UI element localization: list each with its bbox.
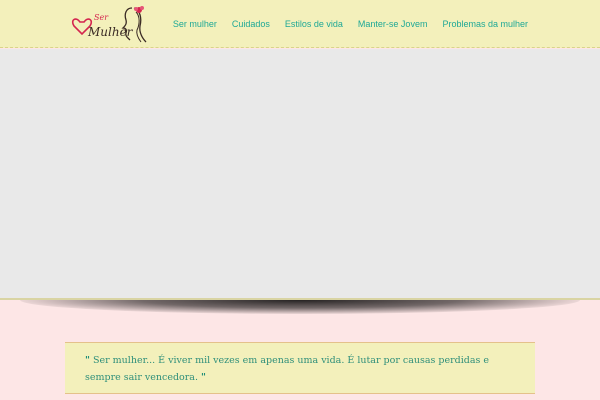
woman-silhouette-heart-logo-icon: Ser Mulher: [71, 6, 147, 43]
site-header: Ser Mulher Ser mulher Cuidados Estilos d…: [0, 0, 600, 48]
nav-item-estilos-de-vida[interactable]: Estilos de vida: [285, 19, 343, 29]
site-logo[interactable]: Ser Mulher: [70, 2, 152, 46]
nav-item-ser-mulher[interactable]: Ser mulher: [173, 19, 217, 29]
nav-item-problemas-da-mulher[interactable]: Problemas da mulher: [442, 19, 528, 29]
quote-box: " Ser mulher... É viver mil vezes em ape…: [65, 342, 535, 394]
hero-slider-area: [0, 49, 600, 300]
nav-item-manter-se-jovem[interactable]: Manter-se Jovem: [358, 19, 428, 29]
quote-text: Ser mulher... É viver mil vezes em apena…: [85, 355, 490, 383]
quote-close-mark: ": [201, 372, 206, 383]
logo-text-bottom: Mulher: [87, 25, 134, 39]
quote-open-mark: ": [85, 355, 90, 366]
hero-shadow: [20, 300, 580, 314]
logo-text-top: Ser: [94, 13, 109, 22]
nav-item-cuidados[interactable]: Cuidados: [232, 19, 270, 29]
main-navigation: Ser mulher Cuidados Estilos de vida Mant…: [173, 0, 528, 48]
